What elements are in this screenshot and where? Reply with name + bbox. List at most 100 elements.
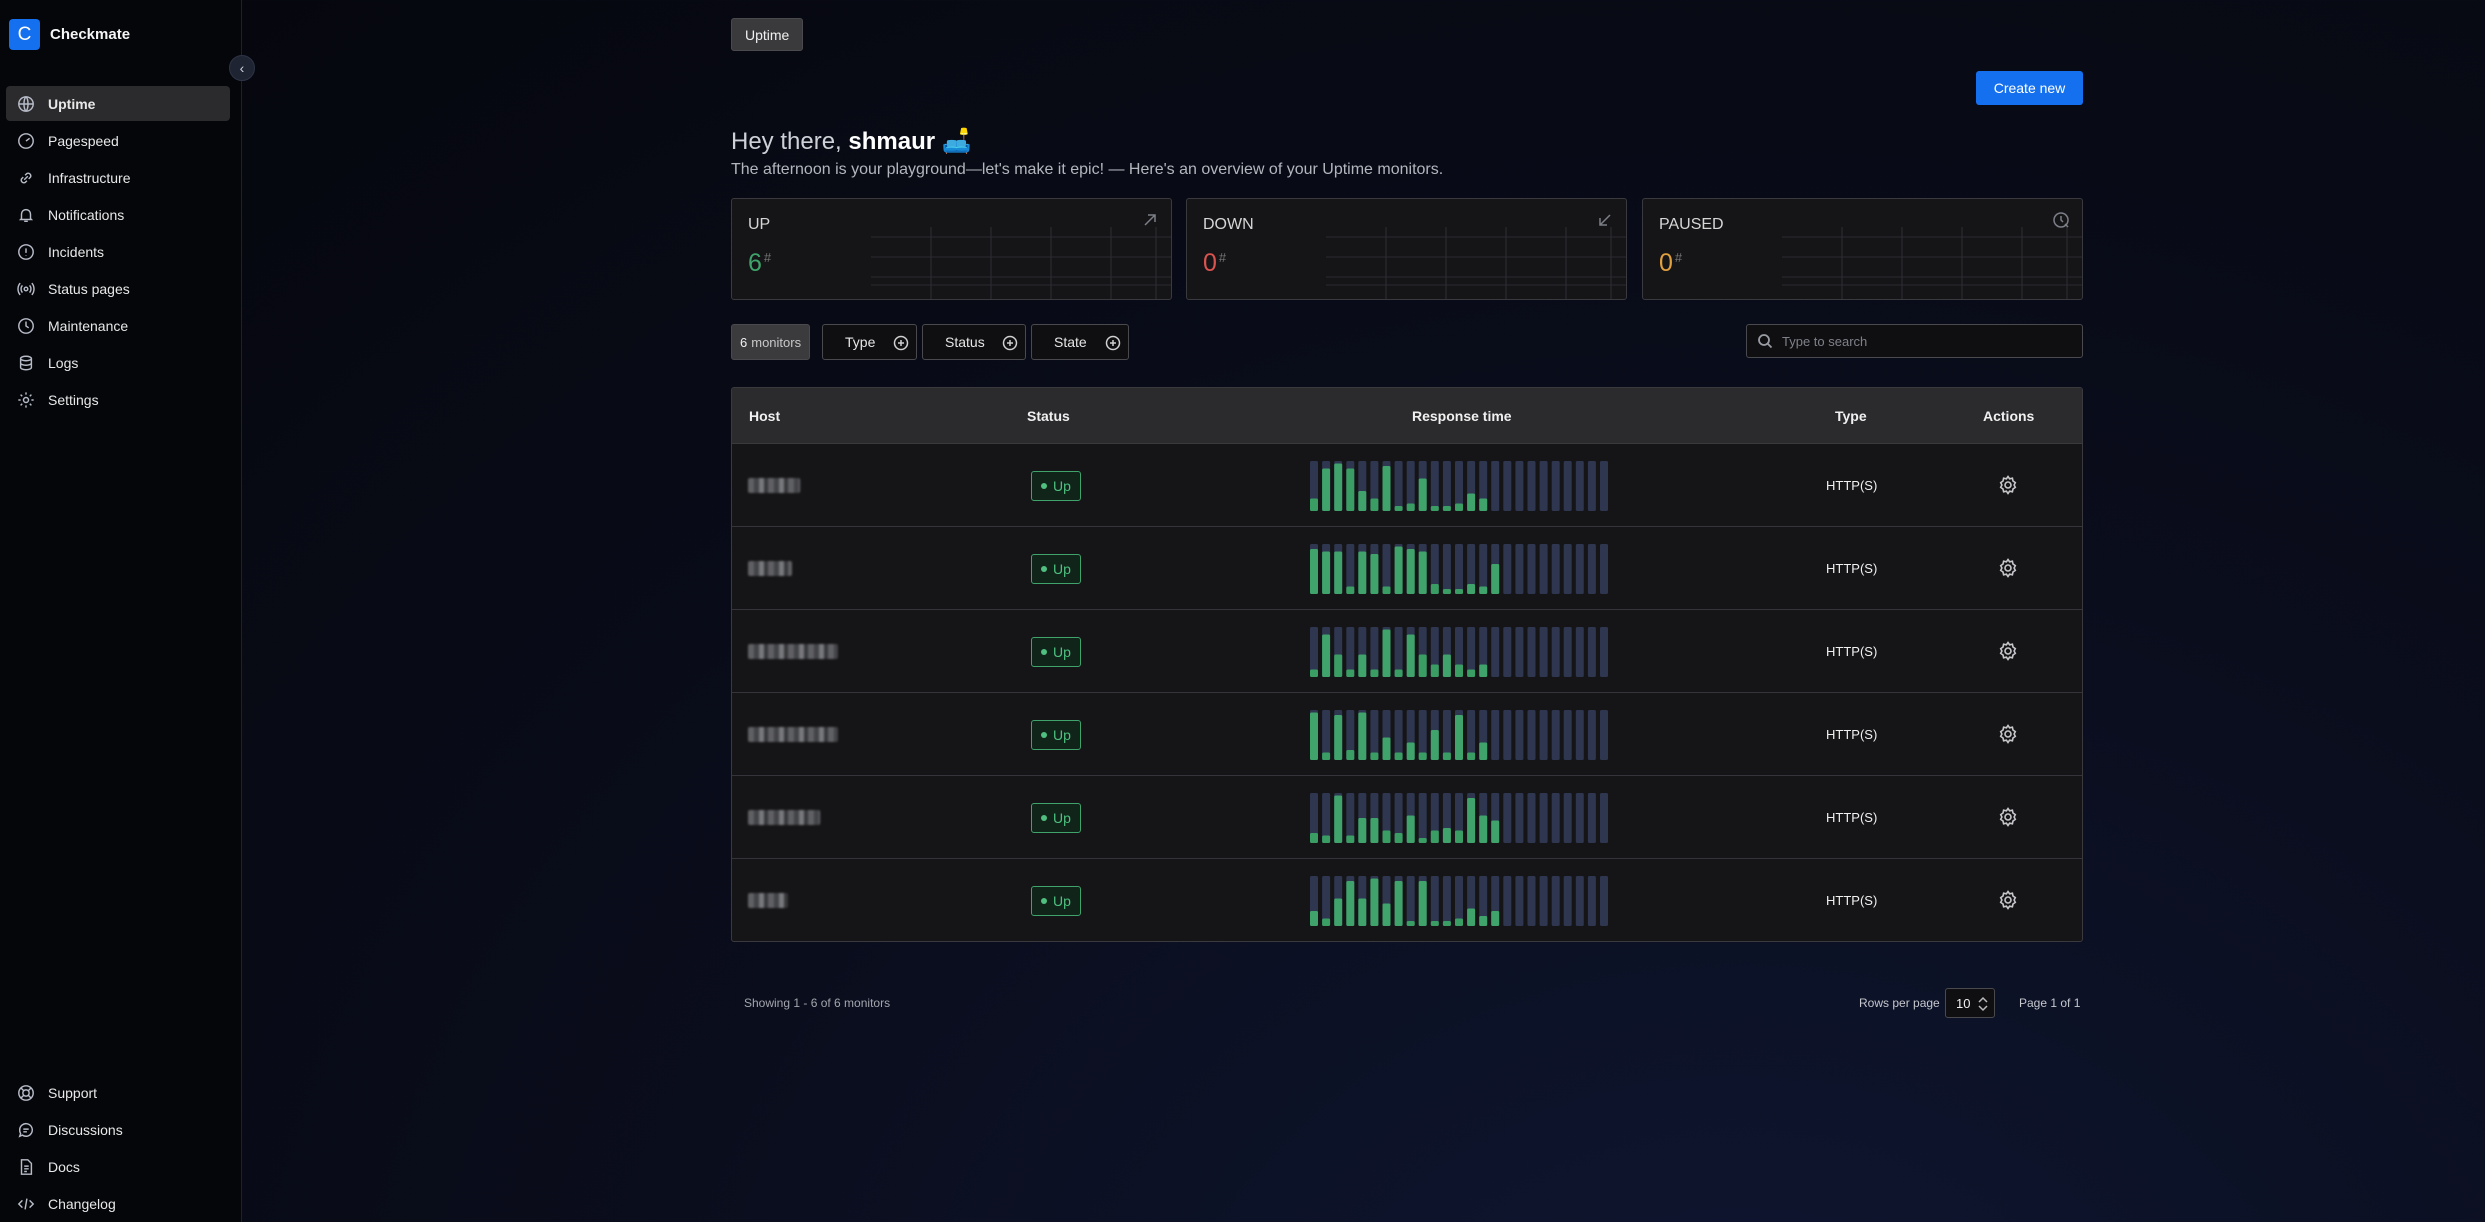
gear-icon[interactable]	[1997, 640, 2019, 662]
gear-icon[interactable]	[1997, 723, 2019, 745]
monitor-count-label: monitors	[751, 334, 802, 350]
gear-icon[interactable]	[1997, 474, 2019, 496]
table-row[interactable]: Up HTTP(S)	[732, 527, 2082, 610]
response-bar	[1406, 634, 1415, 677]
sidebar-item-pagespeed[interactable]: Pagespeed	[6, 123, 230, 158]
response-bar	[1442, 506, 1451, 511]
response-bar	[1455, 830, 1463, 843]
create-new-button[interactable]: Create new	[1976, 71, 2083, 105]
gear-icon[interactable]	[1997, 806, 2019, 828]
sidebar-item-changelog[interactable]: Changelog	[6, 1186, 230, 1221]
header-host[interactable]: Host	[749, 408, 780, 424]
clock-icon	[16, 316, 36, 336]
type-filter-button[interactable]: Type	[822, 324, 917, 360]
card-grid-decoration	[1782, 227, 2082, 299]
sidebar-item-support[interactable]: Support	[6, 1075, 230, 1110]
collapse-sidebar-button[interactable]: ‹	[229, 55, 255, 81]
response-bar-track	[1527, 876, 1536, 926]
response-bar-track	[1515, 876, 1524, 926]
status-badge: Up	[1031, 471, 1081, 501]
response-bar-track	[1575, 461, 1584, 511]
response-bar-track	[1442, 461, 1451, 511]
response-bar	[1442, 828, 1451, 843]
host-name-redacted[interactable]	[748, 561, 792, 576]
sidebar-item-docs[interactable]: Docs	[6, 1149, 230, 1184]
rows-per-page-value: 10	[1956, 995, 1971, 1011]
table-row[interactable]: Up HTTP(S)	[732, 776, 2082, 859]
gear-icon[interactable]	[1997, 557, 2019, 579]
response-bar	[1334, 898, 1343, 926]
sidebar-item-logs[interactable]: Logs	[6, 345, 230, 380]
response-bar-track	[1539, 793, 1548, 843]
host-name-redacted[interactable]	[748, 727, 838, 742]
response-bar-track	[1394, 461, 1403, 511]
brand[interactable]: C Checkmate	[9, 19, 130, 50]
sidebar-item-maintenance[interactable]: Maintenance	[6, 308, 230, 343]
chevron-left-icon: ‹	[239, 60, 245, 76]
rows-per-page-select[interactable]: 10	[1945, 988, 1995, 1018]
response-bar-track	[1563, 627, 1572, 677]
sidebar-item-label: Pagespeed	[48, 132, 119, 149]
response-bar-track	[1491, 461, 1500, 511]
status-badge-label: Up	[1053, 810, 1071, 826]
response-bar	[1467, 669, 1476, 677]
response-bar-track	[1527, 627, 1536, 677]
sidebar-item-settings[interactable]: Settings	[6, 382, 230, 417]
table-row[interactable]: Up HTTP(S)	[732, 693, 2082, 776]
lifebuoy-icon	[16, 1083, 36, 1103]
response-bar	[1418, 838, 1427, 843]
type-filter-label: Type	[845, 334, 876, 350]
status-filter-button[interactable]: Status	[922, 324, 1026, 360]
sidebar-item-discussions[interactable]: Discussions	[6, 1112, 230, 1147]
response-bar-track	[1600, 793, 1608, 843]
response-bar-track	[1515, 544, 1524, 594]
response-bar	[1491, 911, 1500, 926]
host-name-redacted[interactable]	[748, 810, 820, 825]
gear-icon[interactable]	[1997, 889, 2019, 911]
table-row[interactable]: Up HTTP(S)	[732, 444, 2082, 527]
state-filter-button[interactable]: State	[1031, 324, 1129, 360]
response-bar	[1467, 908, 1476, 926]
stat-card-paused: PAUSED 0 #	[1642, 198, 2083, 300]
response-bar-track	[1527, 461, 1536, 511]
table-row[interactable]: Up HTTP(S)	[732, 859, 2082, 941]
response-bar	[1418, 478, 1427, 511]
search-input[interactable]	[1782, 333, 2072, 349]
response-bar-track	[1539, 461, 1548, 511]
sidebar-item-notifications[interactable]: Notifications	[6, 197, 230, 232]
response-bar-track	[1551, 627, 1560, 677]
header-response-time[interactable]: Response time	[1412, 408, 1512, 424]
clock-pause-icon	[2052, 211, 2070, 229]
response-bar-track	[1539, 710, 1548, 760]
host-name-redacted[interactable]	[748, 644, 838, 659]
breadcrumb[interactable]: Uptime	[731, 18, 804, 51]
response-bar	[1418, 551, 1427, 594]
response-bar	[1430, 730, 1439, 760]
host-name-redacted[interactable]	[748, 893, 788, 908]
stat-number: 0	[1659, 249, 1673, 277]
table-row[interactable]: Up HTTP(S)	[732, 610, 2082, 693]
header-type[interactable]: Type	[1835, 408, 1867, 424]
response-bar-track	[1515, 627, 1524, 677]
response-bar	[1382, 903, 1391, 926]
monitor-type: HTTP(S)	[1826, 810, 1878, 825]
status-badge-label: Up	[1053, 478, 1071, 494]
sidebar-item-status-pages[interactable]: Status pages	[6, 271, 230, 306]
response-bar	[1479, 742, 1488, 760]
sidebar-item-uptime[interactable]: Uptime	[6, 86, 230, 121]
header-status[interactable]: Status	[1027, 408, 1070, 424]
response-bar	[1358, 898, 1367, 926]
sidebar-item-incidents[interactable]: Incidents	[6, 234, 230, 269]
response-bar	[1442, 654, 1451, 677]
response-bar	[1334, 551, 1343, 594]
response-bar	[1346, 881, 1355, 926]
response-bar	[1334, 795, 1343, 843]
response-bar	[1310, 911, 1318, 926]
host-name-redacted[interactable]	[748, 478, 800, 493]
sidebar-item-infrastructure[interactable]: Infrastructure	[6, 160, 230, 195]
status-badge-label: Up	[1053, 561, 1071, 577]
response-bar-track	[1563, 461, 1572, 511]
response-bar-track	[1527, 793, 1536, 843]
response-bar-track	[1575, 876, 1584, 926]
monitor-count-number: 6	[740, 334, 748, 350]
